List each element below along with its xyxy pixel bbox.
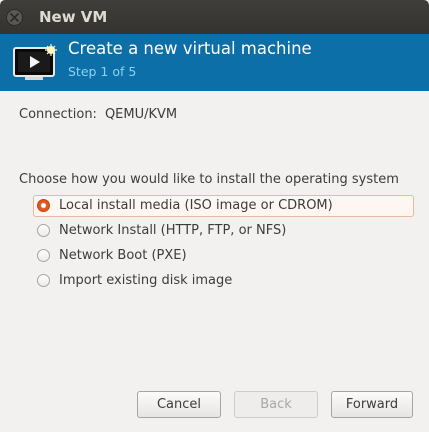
wizard-title: Create a new virtual machine: [68, 39, 312, 58]
radio-local-install-media[interactable]: [37, 199, 50, 212]
connection-value: QEMU/KVM: [104, 107, 178, 122]
connection-info: Connection: QEMU/KVM: [19, 107, 177, 122]
option-network-boot[interactable]: Network Boot (PXE): [33, 245, 414, 267]
close-icon: [10, 13, 19, 22]
radio-network-boot[interactable]: [37, 249, 50, 262]
cancel-button[interactable]: Cancel: [137, 391, 221, 418]
wizard-step-indicator: Step 1 of 5: [68, 64, 137, 79]
option-label: Local install media (ISO image or CDROM): [59, 198, 333, 213]
option-label: Network Install (HTTP, FTP, or NFS): [59, 223, 287, 238]
option-label: Import existing disk image: [59, 273, 233, 288]
option-import-disk-image[interactable]: Import existing disk image: [33, 270, 414, 292]
window-title: New VM: [39, 8, 108, 26]
radio-network-install[interactable]: [37, 224, 50, 237]
radio-import-disk-image[interactable]: [37, 274, 50, 287]
option-label: Network Boot (PXE): [59, 248, 187, 263]
forward-button[interactable]: Forward: [331, 391, 413, 418]
virtual-machine-icon: [13, 44, 57, 80]
option-local-install-media[interactable]: Local install media (ISO image or CDROM): [33, 195, 414, 217]
connection-label: Connection:: [19, 107, 97, 122]
back-button[interactable]: Back: [234, 391, 318, 418]
option-network-install[interactable]: Network Install (HTTP, FTP, or NFS): [33, 220, 414, 242]
title-bar[interactable]: New VM: [0, 0, 429, 34]
close-window-button[interactable]: [6, 9, 23, 26]
wizard-header-banner: Create a new virtual machine Step 1 of 5: [0, 34, 429, 91]
new-vm-window: New VM Create a new virtual machine Step…: [0, 0, 429, 432]
install-method-prompt: Choose how you would like to install the…: [19, 172, 399, 187]
